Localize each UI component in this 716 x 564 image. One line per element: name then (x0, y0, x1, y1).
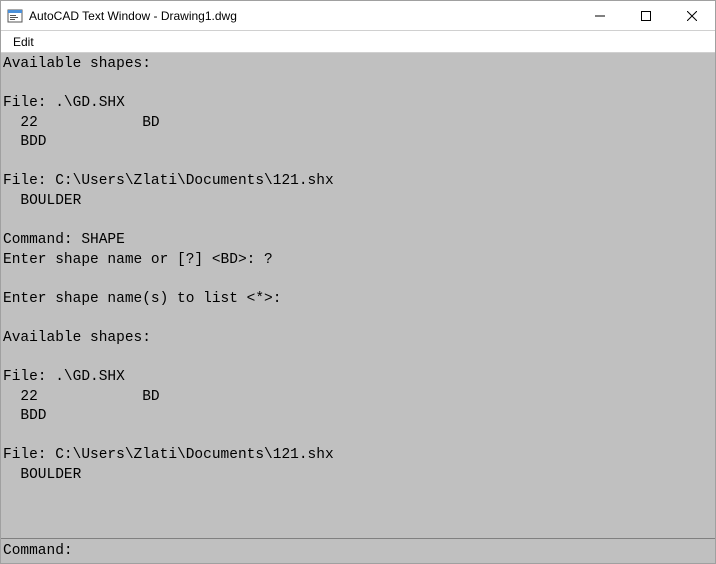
window-controls (577, 1, 715, 30)
window-title: AutoCAD Text Window - Drawing1.dwg (29, 9, 237, 23)
menubar: Edit (1, 31, 715, 53)
titlebar: AutoCAD Text Window - Drawing1.dwg (1, 1, 715, 31)
minimize-button[interactable] (577, 1, 623, 30)
command-line[interactable]: Command: (1, 539, 715, 563)
close-button[interactable] (669, 1, 715, 30)
terminal-output: Available shapes: File: .\GD.SHX 22 BD B… (1, 53, 715, 539)
menu-edit[interactable]: Edit (5, 33, 42, 51)
maximize-button[interactable] (623, 1, 669, 30)
command-prompt: Command: (3, 543, 81, 559)
command-input[interactable] (81, 543, 713, 559)
app-icon (7, 8, 23, 24)
autocad-text-window: AutoCAD Text Window - Drawing1.dwg Edit … (0, 0, 716, 564)
